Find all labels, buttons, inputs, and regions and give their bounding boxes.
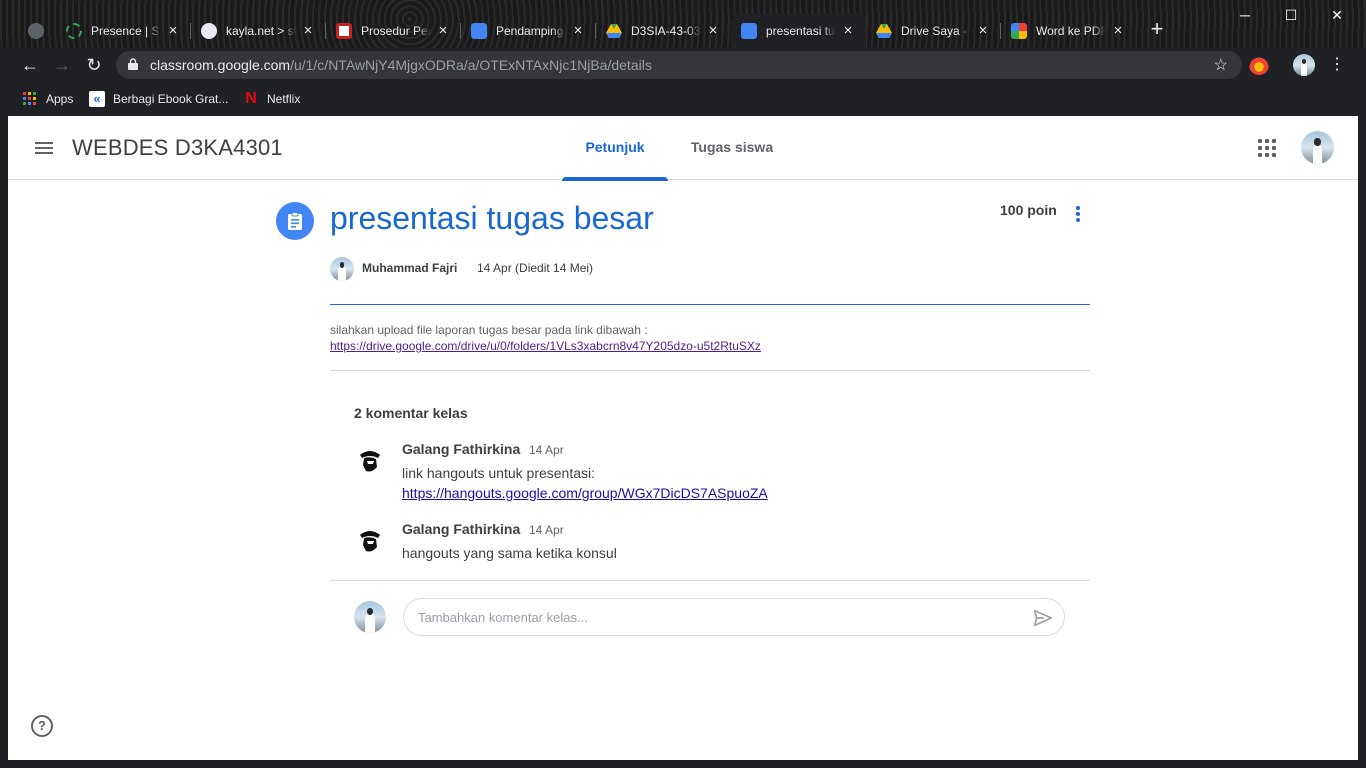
commenter-avatar xyxy=(354,525,386,557)
more-options-icon[interactable] xyxy=(1068,204,1088,224)
bookmark-label: Netflix xyxy=(267,92,301,106)
drive-favicon xyxy=(606,24,622,38)
tab-title: Drive Saya - G xyxy=(901,24,971,38)
assignment-points: 100 poin xyxy=(1000,202,1057,218)
hangouts-link[interactable]: https://hangouts.google.com/group/WGx7Di… xyxy=(402,485,768,501)
reload-icon[interactable]: ↻ xyxy=(80,52,108,78)
globe-icon xyxy=(28,23,44,39)
browser-toolbar: ← → ↻ classroom.google.com/u/1/c/NTAwNjY… xyxy=(0,48,1366,82)
divider xyxy=(330,304,1090,305)
address-bar[interactable]: classroom.google.com/u/1/c/NTAwNjY4MjgxO… xyxy=(116,51,1242,79)
comment-author: Galang Fathirkina xyxy=(402,441,521,457)
comment-box[interactable] xyxy=(403,598,1065,636)
divider xyxy=(330,580,1090,581)
post-date: 14 Apr (Diedit 14 Mei) xyxy=(477,261,594,275)
bookmark-apps[interactable]: Apps xyxy=(22,90,73,108)
my-avatar xyxy=(354,601,386,633)
tab-drive[interactable]: Drive Saya - G × xyxy=(866,14,1001,48)
telkom-favicon xyxy=(336,23,352,39)
browser-window: Presence | SIM × kayla.net > st × Prosed… xyxy=(0,0,1366,768)
author-name: Muhammad Fajri xyxy=(362,261,458,275)
assignment-icon xyxy=(276,202,314,240)
assignment-title: presentasi tugas besar xyxy=(330,200,654,236)
close-icon[interactable]: × xyxy=(705,23,721,39)
profile-avatar[interactable] xyxy=(1293,54,1315,76)
browser-menu-icon[interactable]: ⋮ xyxy=(1323,52,1351,78)
new-tab-button[interactable]: + xyxy=(1146,18,1168,41)
tab-word-pdf[interactable]: Word ke PDF × xyxy=(1001,14,1136,48)
close-icon[interactable]: × xyxy=(300,23,316,39)
classroom-appbar: WEBDES D3KA4301 Petunjuk Tugas siswa xyxy=(8,116,1358,181)
comment-text: link hangouts untuk presentasi: xyxy=(402,465,596,481)
back-icon[interactable]: ← xyxy=(16,52,44,78)
bookmark-netflix[interactable]: N Netflix xyxy=(243,90,300,108)
tab-title: Pendamping xyxy=(496,24,564,38)
close-icon[interactable]: × xyxy=(1110,23,1126,39)
bookmark-label: Berbagi Ebook Grat... xyxy=(113,92,229,106)
kayla-favicon xyxy=(201,23,217,39)
drive-folder-link[interactable]: https://drive.google.com/drive/u/0/folde… xyxy=(330,339,761,353)
bookmark-ebook[interactable]: « Berbagi Ebook Grat... xyxy=(89,90,228,108)
tab-title: D3SIA-43-03 xyxy=(631,24,701,38)
drive-favicon xyxy=(876,24,892,38)
close-icon[interactable]: × xyxy=(975,23,991,39)
classroom-favicon xyxy=(741,23,757,39)
lock-icon xyxy=(128,58,138,70)
close-icon[interactable]: × xyxy=(570,23,586,39)
maximize-button[interactable]: ☐ xyxy=(1268,0,1314,30)
tab-globe[interactable] xyxy=(18,14,54,48)
tab-title: Presence | SIM xyxy=(91,24,161,38)
comment-text: hangouts yang sama ketika konsul xyxy=(402,545,617,561)
tab-title: kayla.net > st xyxy=(226,24,296,38)
tab-title: Word ke PDF xyxy=(1036,24,1106,38)
account-avatar[interactable] xyxy=(1301,131,1334,164)
tab-prosedur[interactable]: Prosedur Pen × xyxy=(326,14,461,48)
comment-date: 14 Apr xyxy=(529,443,564,457)
author-avatar xyxy=(330,257,354,281)
url-host: classroom.google.com xyxy=(150,57,291,73)
comment-input[interactable] xyxy=(418,607,1018,627)
bookmark-star-icon[interactable]: ☆ xyxy=(1214,55,1228,75)
tab-title: Prosedur Pen xyxy=(361,24,431,38)
tab-petunjuk[interactable]: Petunjuk xyxy=(562,116,668,181)
class-title[interactable]: WEBDES D3KA4301 xyxy=(72,135,283,161)
bookmarks-bar: Apps « Berbagi Ebook Grat... N Netflix xyxy=(0,82,1366,116)
classroom-page: WEBDES D3KA4301 Petunjuk Tugas siswa pre… xyxy=(8,116,1358,760)
hamburger-menu-icon[interactable] xyxy=(32,136,56,160)
close-icon[interactable]: × xyxy=(165,23,181,39)
forward-icon[interactable]: → xyxy=(48,52,76,78)
close-window-button[interactable]: ✕ xyxy=(1314,0,1360,30)
tab-presence[interactable]: Presence | SIM × xyxy=(56,14,191,48)
google-apps-icon[interactable] xyxy=(1258,139,1276,157)
comment-author: Galang Fathirkina xyxy=(402,521,521,537)
netflix-icon: N xyxy=(245,90,257,107)
close-icon[interactable]: × xyxy=(840,23,856,39)
word-pdf-favicon xyxy=(1011,23,1027,39)
url-path: /u/1/c/NTAwNjY4MjgxODRa/a/OTExNTAxNjc1Nj… xyxy=(290,57,652,73)
send-icon[interactable] xyxy=(1032,607,1054,629)
minimize-button[interactable]: ─ xyxy=(1222,0,1268,30)
tab-presentasi-active[interactable]: presentasi tu × xyxy=(731,14,866,48)
apps-grid-icon xyxy=(23,92,36,105)
comment-date: 14 Apr xyxy=(529,523,564,537)
divider xyxy=(330,370,1090,371)
bookmark-label: Apps xyxy=(46,92,74,106)
tab-tugas-siswa[interactable]: Tugas siswa xyxy=(682,116,782,180)
tab-pendamping[interactable]: Pendamping × xyxy=(461,14,596,48)
comments-header: 2 komentar kelas xyxy=(354,405,468,421)
classroom-favicon xyxy=(471,23,487,39)
tab-title: presentasi tu xyxy=(766,24,835,38)
help-icon[interactable]: ? xyxy=(31,715,53,737)
tab-d3sia[interactable]: D3SIA-43-03 × xyxy=(596,14,731,48)
extension-icon[interactable] xyxy=(1249,55,1269,75)
ebook-favicon: « xyxy=(89,91,105,107)
presence-favicon xyxy=(66,23,82,39)
close-icon[interactable]: × xyxy=(435,23,451,39)
url-text: classroom.google.com/u/1/c/NTAwNjY4MjgxO… xyxy=(150,51,652,79)
tab-kayla[interactable]: kayla.net > st × xyxy=(191,14,326,48)
tab-strip: Presence | SIM × kayla.net > st × Prosed… xyxy=(0,0,1366,48)
commenter-avatar xyxy=(354,445,386,477)
assignment-description: silahkan upload file laporan tugas besar… xyxy=(330,323,648,337)
